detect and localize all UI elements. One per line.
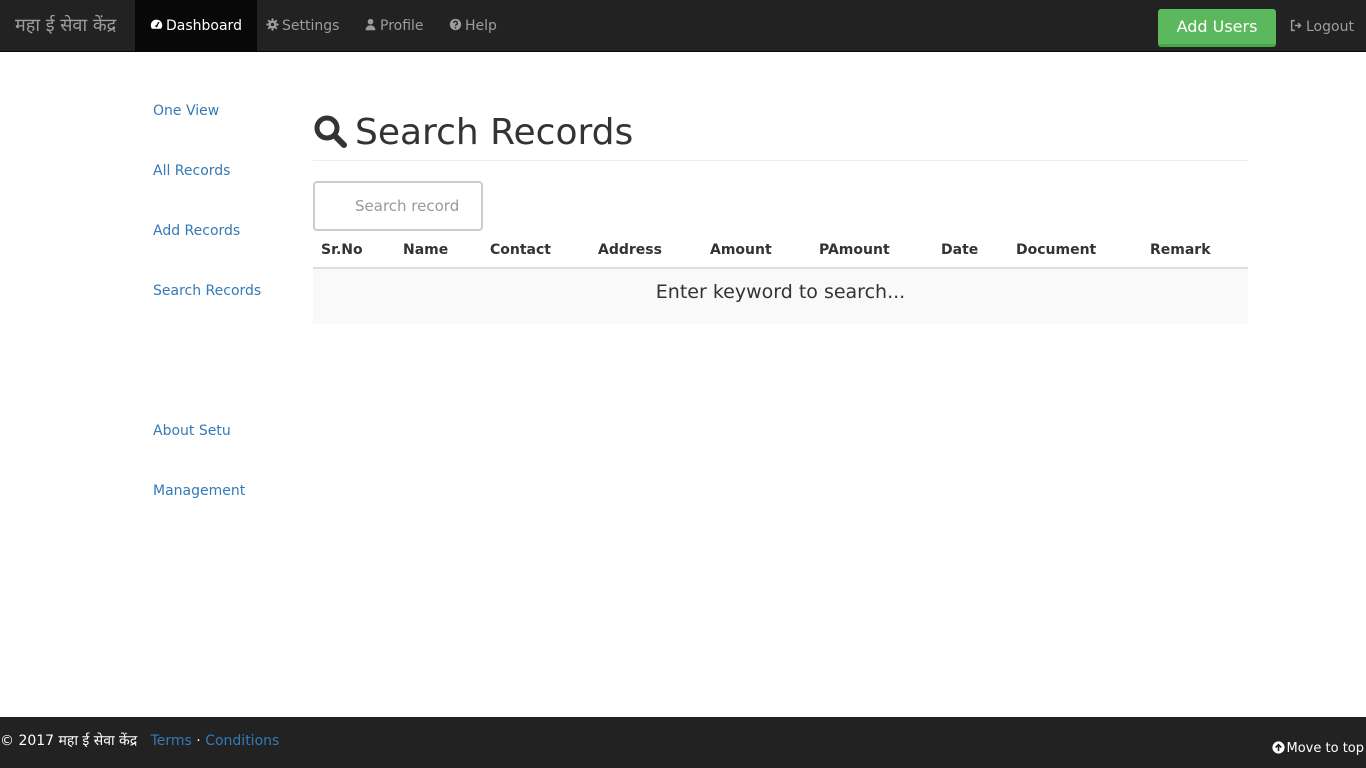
page-title: Search Records: [313, 110, 633, 156]
records-table-header: Sr.No Name Contact Address Amount PAmoun…: [313, 239, 1248, 269]
column-header: Amount: [710, 242, 772, 258]
footer-copyright: © 2017 महा ई सेवा केंद्र Terms · Conditi…: [0, 731, 279, 750]
add-users-button[interactable]: Add Users: [1158, 9, 1276, 47]
nav-help[interactable]: Help: [434, 0, 512, 51]
arrow-circle-up-icon: [1271, 741, 1285, 754]
dashboard-icon: [150, 19, 163, 29]
logout-link[interactable]: Logout: [1290, 0, 1354, 52]
column-header: Remark: [1150, 242, 1211, 258]
nav-profile[interactable]: Profile: [349, 0, 439, 51]
top-navbar: महा ई सेवा केंद्र Dashboard Settings Pro…: [0, 0, 1366, 52]
sidebar-item-search-records[interactable]: Search Records: [153, 283, 261, 299]
column-header: Contact: [490, 242, 551, 258]
sidebar-item-all-records[interactable]: All Records: [153, 163, 230, 179]
user-icon: [365, 18, 376, 31]
footer-separator: ·: [196, 733, 201, 749]
column-header: Date: [941, 242, 979, 258]
search-icon: [314, 115, 347, 148]
title-divider: [313, 160, 1248, 161]
copyright-text: © 2017 महा ई सेवा केंद्र: [0, 733, 138, 749]
column-header: Name: [403, 242, 449, 258]
gear-icon: [266, 18, 279, 31]
nav-settings[interactable]: Settings: [251, 0, 354, 51]
nav-profile-label: Profile: [380, 18, 424, 34]
move-to-top-label: Move to top: [1286, 741, 1364, 756]
nav-dashboard[interactable]: Dashboard: [135, 0, 257, 51]
brand-logo[interactable]: महा ई सेवा केंद्र: [15, 0, 116, 52]
nav-settings-label: Settings: [282, 18, 340, 34]
nav-dashboard-label: Dashboard: [166, 18, 242, 34]
sidebar-item-management[interactable]: Management: [153, 483, 245, 499]
logout-label: Logout: [1306, 19, 1354, 35]
column-header: Address: [598, 242, 662, 258]
column-header: PAmount: [819, 242, 890, 258]
page-title-text: Search Records: [355, 112, 634, 153]
conditions-link[interactable]: Conditions: [205, 733, 279, 749]
question-circle-icon: [449, 18, 462, 31]
column-header: Document: [1016, 242, 1097, 258]
sidebar-item-add-records[interactable]: Add Records: [153, 223, 240, 239]
terms-link[interactable]: Terms: [151, 733, 192, 749]
sidebar-item-one-view[interactable]: One View: [153, 103, 219, 119]
move-to-top-link[interactable]: Move to top: [1271, 741, 1364, 756]
column-header: Sr.No: [321, 242, 363, 258]
empty-results-message: Enter keyword to search...: [313, 269, 1248, 324]
search-input[interactable]: [313, 181, 483, 231]
footer: © 2017 महा ई सेवा केंद्र Terms · Conditi…: [0, 717, 1366, 768]
sign-out-icon: [1290, 19, 1302, 32]
nav-help-label: Help: [465, 18, 497, 34]
sidebar-item-about-setu[interactable]: About Setu: [153, 423, 231, 439]
